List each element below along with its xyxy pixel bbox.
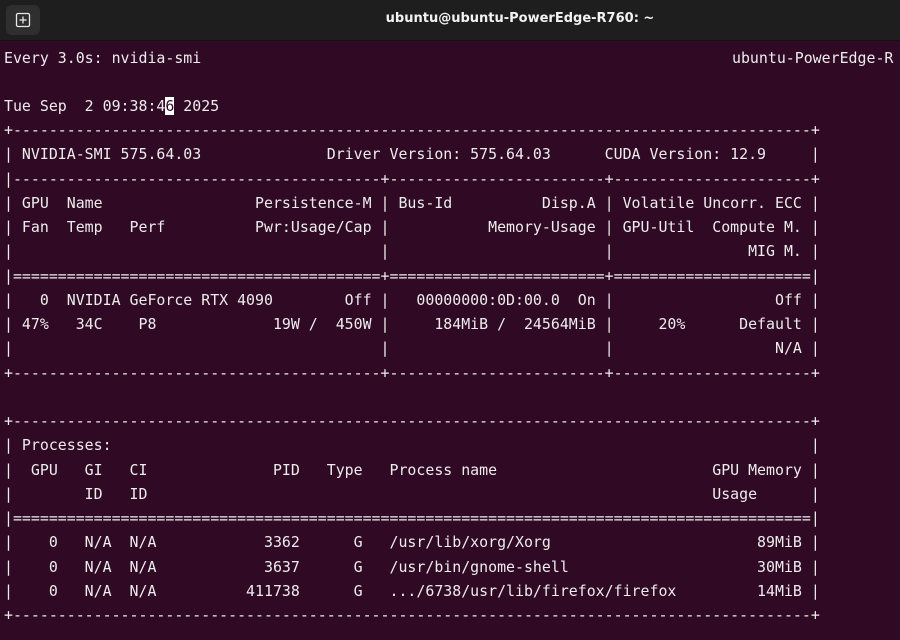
timestamp-year: 2025 bbox=[174, 97, 220, 115]
terminal-output[interactable]: Every 3.0s: nvidia-smi ubuntu-PowerEdge-… bbox=[4, 46, 900, 640]
smi-line: |---------------------------------------… bbox=[4, 169, 820, 188]
watch-header-host: ubuntu-PowerEdge-R bbox=[732, 49, 894, 67]
smi-line: | | | N/A | bbox=[4, 339, 820, 358]
smi-line: +---------------------------------------… bbox=[4, 606, 820, 624]
smi-line: +---------------------------------------… bbox=[4, 121, 820, 139]
smi-line: | Fan Temp Perf Pwr:Usage/Cap | Memory-U… bbox=[4, 218, 820, 236]
timestamp-line: Tue Sep 2 09:38:46 2025 bbox=[4, 94, 219, 118]
smi-line: | | | MIG M. | bbox=[4, 242, 820, 261]
smi-line: |=======================================… bbox=[4, 509, 820, 527]
smi-line: | 47% 34C P8 19W / 450W | 184MiB / 24564… bbox=[4, 315, 820, 333]
smi-line: | GPU Name Persistence-M | Bus-Id Disp.A… bbox=[4, 193, 820, 212]
smi-line: | GPU GI CI PID Type Process name GPU Me… bbox=[4, 460, 820, 479]
smi-line: | Processes: | bbox=[4, 436, 820, 455]
window-title: ubuntu@ubuntu-PowerEdge-R760: ~ bbox=[385, 11, 655, 26]
smi-line: +---------------------------------------… bbox=[4, 363, 820, 382]
watch-header-command: Every 3.0s: nvidia-smi bbox=[4, 49, 202, 67]
text-cursor: 6 bbox=[165, 97, 175, 115]
smi-line: |=======================================… bbox=[4, 266, 820, 285]
smi-line: | 0 N/A N/A 3637 G /usr/bin/gnome-shell … bbox=[4, 557, 820, 576]
smi-line: | 0 N/A N/A 411738 G .../6738/usr/lib/fi… bbox=[4, 581, 820, 600]
title-bar: ubuntu@ubuntu-PowerEdge-R760: ~ bbox=[0, 0, 900, 41]
timestamp-text: Tue Sep 2 09:38:4 bbox=[4, 97, 166, 115]
terminal-window: ubuntu@ubuntu-PowerEdge-R760: ~ Every 3.… bbox=[0, 0, 900, 640]
smi-line: +---------------------------------------… bbox=[4, 412, 820, 430]
smi-line: | ID ID Usage | bbox=[4, 484, 820, 503]
smi-line: | 0 N/A N/A 3362 G /usr/lib/xorg/Xorg 89… bbox=[4, 533, 820, 552]
smi-line: | 0 NVIDIA GeForce RTX 4090 Off | 000000… bbox=[4, 290, 820, 309]
smi-line: | NVIDIA-SMI 575.64.03 Driver Version: 5… bbox=[4, 145, 820, 164]
